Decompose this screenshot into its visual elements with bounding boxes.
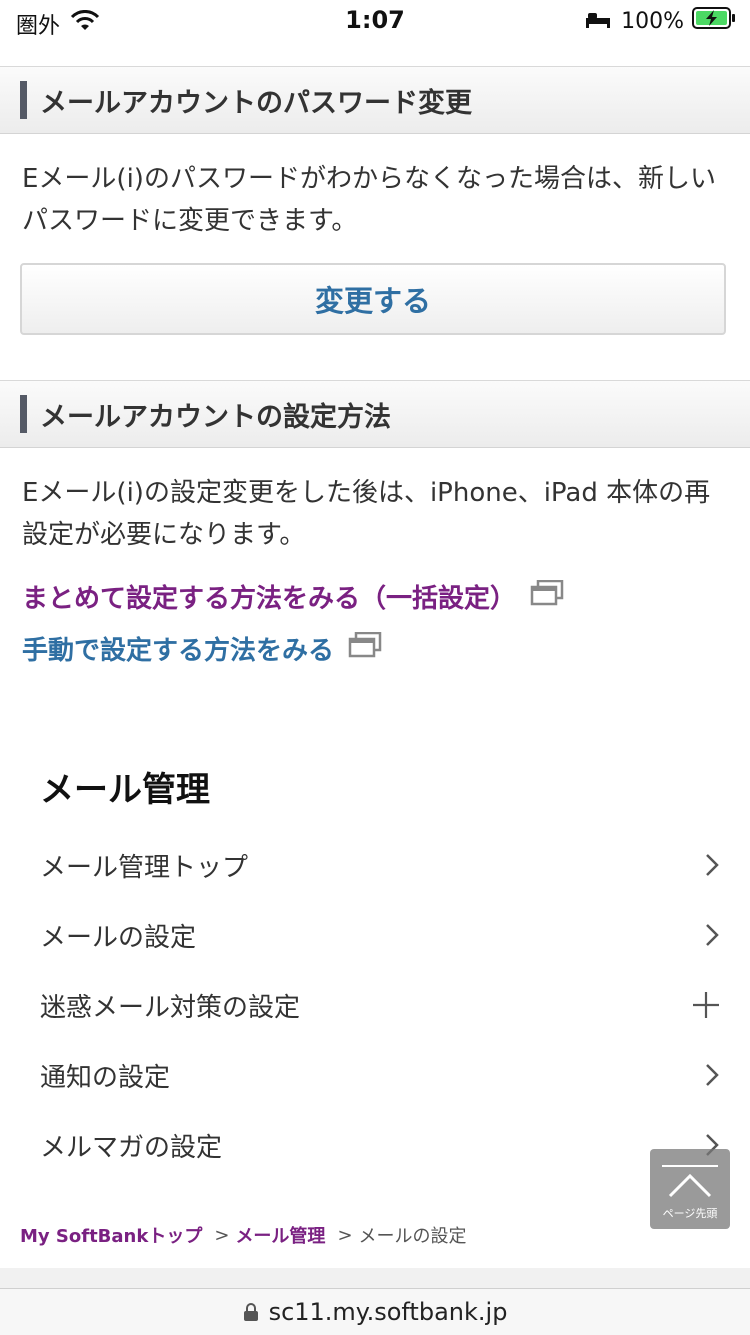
menu-item-label: 迷惑メール対策の設定 <box>40 992 301 1023</box>
section-accent-bar <box>20 395 27 433</box>
battery-percentage: 100% <box>621 8 684 34</box>
url-text: sc11.my.softbank.jp <box>268 1298 508 1326</box>
chevron-up-icon <box>662 1165 718 1198</box>
breadcrumb-link-mysoftbank-top[interactable]: My SoftBankトップ <box>20 1222 202 1248</box>
page-top-button[interactable]: ページ先頭 <box>650 1149 730 1229</box>
menu-item-notification-settings[interactable]: 通知の設定 <box>40 1050 720 1100</box>
plus-icon <box>692 991 720 1019</box>
section-header-password: メールアカウントのパスワード変更 <box>0 66 750 134</box>
sleep-bed-icon <box>585 9 611 34</box>
bulk-setup-link[interactable]: まとめて設定する方法をみる（一括設定） <box>22 578 564 615</box>
url-bar[interactable]: sc11.my.softbank.jp <box>0 1288 750 1335</box>
link-label: 手動で設定する方法をみる <box>22 636 335 666</box>
menu-item-label: メール管理トップ <box>40 852 249 883</box>
chevron-right-icon <box>704 852 720 878</box>
status-bar: 圏外 1:07 100% <box>0 0 750 44</box>
battery-charging-icon <box>692 7 736 35</box>
section-header-settings: メールアカウントの設定方法 <box>0 380 750 448</box>
section-accent-bar <box>20 81 27 119</box>
page-top-label: ページ先頭 <box>662 1207 718 1220</box>
new-window-icon <box>348 631 382 665</box>
section-title: メールアカウントのパスワード変更 <box>40 87 472 119</box>
settings-description: Eメール(i)の設定変更をした後は、iPhone、iPad 本体の再設定が必要に… <box>22 478 711 550</box>
status-right: 100% <box>585 7 736 35</box>
manual-setup-link[interactable]: 手動で設定する方法をみる <box>22 630 382 667</box>
breadcrumb-separator: > <box>337 1224 353 1246</box>
menu-item-mail-top[interactable]: メール管理トップ <box>40 840 720 890</box>
breadcrumb-current: メールの設定 <box>358 1226 467 1247</box>
password-description: Eメール(i)のパスワードがわからなくなった場合は、新しいパスワードに変更できま… <box>22 164 716 236</box>
chevron-right-icon <box>704 922 720 948</box>
page-bottom-band <box>0 1268 750 1288</box>
menu-item-label: 通知の設定 <box>40 1062 171 1093</box>
breadcrumb-separator: > <box>214 1224 230 1246</box>
breadcrumb-link-mail-management[interactable]: メール管理 <box>235 1222 325 1248</box>
menu-item-label: メルマガの設定 <box>40 1132 223 1163</box>
chevron-right-icon <box>704 1062 720 1088</box>
breadcrumb: My SoftBankトップ > メール管理 > メールの設定 <box>20 1222 467 1248</box>
mail-management-title: メール管理 <box>40 770 210 810</box>
menu-item-spam-settings[interactable]: 迷惑メール対策の設定 <box>40 980 720 1030</box>
menu-item-mailmag-settings[interactable]: メルマガの設定 <box>40 1120 720 1170</box>
link-label: まとめて設定する方法をみる（一括設定） <box>22 584 517 614</box>
lock-icon <box>243 1302 259 1322</box>
menu-item-mail-settings[interactable]: メールの設定 <box>40 910 720 960</box>
new-window-icon <box>530 579 564 613</box>
section-title: メールアカウントの設定方法 <box>40 401 391 433</box>
menu-item-label: メールの設定 <box>40 922 197 953</box>
change-password-button[interactable]: 変更する <box>20 263 726 335</box>
